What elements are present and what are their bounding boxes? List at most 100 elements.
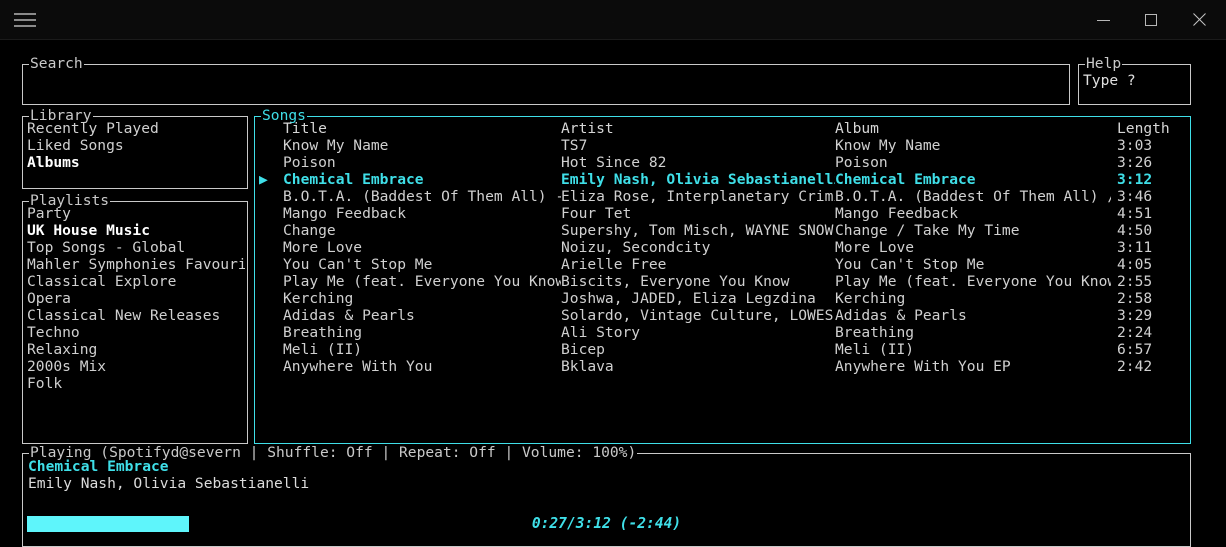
search-input[interactable] <box>27 69 1065 87</box>
window-title: . <box>611 12 615 26</box>
songs-table-header: Title Artist Album Length <box>259 120 1187 137</box>
playlist-item-9[interactable]: 2000s Mix <box>27 358 245 375</box>
song-row[interactable]: Adidas & Pearls Solardo, Vintage Culture,… <box>259 307 1187 324</box>
song-title: More Love <box>283 239 363 256</box>
song-album: Chemical Embrace <box>835 171 976 188</box>
playlist-item-7[interactable]: Techno <box>27 324 245 341</box>
song-length: 4:51 <box>1117 205 1153 222</box>
song-length: 3:12 <box>1117 171 1153 188</box>
column-header-length[interactable]: Length <box>1117 120 1177 137</box>
close-button[interactable] <box>1176 0 1222 40</box>
library-item-2[interactable]: Albums <box>27 154 245 171</box>
help-panel-label: Help <box>1085 55 1123 72</box>
song-row[interactable]: Poison Hot Since 82 Poison 3:26 <box>259 154 1187 171</box>
now-playing-track-title: Chemical Embrace <box>28 458 169 475</box>
song-title: Change <box>283 222 336 239</box>
song-row[interactable]: Play Me (feat. Everyone You Know) Biscits… <box>259 273 1187 290</box>
close-icon <box>1192 13 1206 27</box>
help-panel: Help Type ? <box>1078 55 1191 105</box>
song-artist: Ali Story <box>561 324 641 341</box>
song-title: Breathing <box>283 324 363 341</box>
song-row[interactable]: Anywhere With You Bklava Anywhere With You… <box>259 358 1187 375</box>
column-header-title[interactable]: Title <box>283 120 561 137</box>
song-title: Chemical Embrace <box>283 171 424 188</box>
library-list[interactable]: Recently Played Liked Songs Albums <box>27 120 245 171</box>
song-length: 2:55 <box>1117 273 1153 290</box>
songs-row-container[interactable]: Know My Name TS7 Know My Name 3:03 Poison Hot… <box>259 137 1187 375</box>
now-playing-track-artist: Emily Nash, Olivia Sebastianelli <box>28 475 310 492</box>
song-artist: Bklava <box>561 358 614 375</box>
song-artist: TS7 <box>561 137 588 154</box>
column-header-artist[interactable]: Artist <box>561 120 835 137</box>
song-album: More Love <box>835 239 915 256</box>
song-album: You Can't Stop Me <box>835 256 985 273</box>
song-album: Anywhere With You EP <box>835 358 1011 375</box>
song-title: Adidas & Pearls <box>283 307 415 324</box>
song-length: 3:03 <box>1117 137 1153 154</box>
song-length: 3:29 <box>1117 307 1153 324</box>
song-title: Mango Feedback <box>283 205 407 222</box>
song-title: Know My Name <box>283 137 389 154</box>
playlist-item-2[interactable]: Top Songs - Global <box>27 239 245 256</box>
song-length: 4:05 <box>1117 256 1153 273</box>
song-length: 2:42 <box>1117 358 1153 375</box>
playlist-item-8[interactable]: Relaxing <box>27 341 245 358</box>
column-header-album[interactable]: Album <box>835 120 1111 137</box>
song-length: 3:46 <box>1117 188 1153 205</box>
library-item-1[interactable]: Liked Songs <box>27 137 245 154</box>
playlist-item-0[interactable]: Party <box>27 205 245 222</box>
song-row[interactable]: B.O.T.A. (Baddest Of Them All) - E Eliza … <box>259 188 1187 205</box>
song-artist: Solardo, Vintage Culture, LOWES <box>561 307 834 324</box>
song-artist: Noizu, Secondcity <box>561 239 711 256</box>
playlist-item-1[interactable]: UK House Music <box>27 222 245 239</box>
library-item-0[interactable]: Recently Played <box>27 120 245 137</box>
playback-progress-bar[interactable]: 0:27/3:12 (-2:44) <box>27 516 1186 532</box>
song-title: You Can't Stop Me <box>283 256 433 273</box>
song-artist: Joshwa, JADED, Eliza Legzdina <box>561 290 816 307</box>
song-album: Kerching <box>835 290 906 307</box>
minimize-button[interactable] <box>1080 0 1126 40</box>
playlists-panel[interactable]: Playlists Party UK House Music Top Songs -… <box>22 192 248 444</box>
song-row[interactable]: Meli (II) Bicep Meli (II) 6:57 <box>259 341 1187 358</box>
playlist-item-10[interactable]: Folk <box>27 375 245 392</box>
minimize-icon <box>1096 19 1110 21</box>
song-playing-marker-icon: ▶ <box>259 171 268 188</box>
song-row[interactable]: Breathing Ali Story Breathing 2:24 <box>259 324 1187 341</box>
song-album: Change / Take My Time <box>835 222 1020 239</box>
playlist-item-4[interactable]: Classical Explore <box>27 273 245 290</box>
library-panel[interactable]: Library Recently Played Liked Songs Albums <box>22 107 248 189</box>
song-album: Know My Name <box>835 137 941 154</box>
help-hint-text: Type ? <box>1083 72 1136 89</box>
song-title: B.O.T.A. (Baddest Of Them All) - E <box>283 188 561 205</box>
song-length: 3:11 <box>1117 239 1153 256</box>
song-row[interactable]: More Love Noizu, Secondcity More Love 3:11 <box>259 239 1187 256</box>
song-album: Meli (II) <box>835 341 915 358</box>
songs-table[interactable]: Title Artist Album Length Know My Name TS… <box>259 120 1187 375</box>
song-length: 6:57 <box>1117 341 1153 358</box>
songs-panel[interactable]: Songs Title Artist Album Length Know My … <box>254 107 1191 444</box>
playback-time-display: 0:27/3:12 (-2:44) <box>531 515 682 532</box>
song-row[interactable]: You Can't Stop Me Arielle Free You Can't S… <box>259 256 1187 273</box>
song-title: Play Me (feat. Everyone You Know) <box>283 273 561 290</box>
maximize-button[interactable] <box>1128 0 1174 40</box>
song-title: Kerching <box>283 290 354 307</box>
song-artist: Eliza Rose, Interplanetary Crimina <box>561 188 835 205</box>
song-length: 2:58 <box>1117 290 1153 307</box>
search-panel[interactable]: Search <box>22 55 1070 105</box>
song-album: Adidas & Pearls <box>835 307 967 324</box>
playlist-item-3[interactable]: Mahler Symphonies Favourite <box>27 256 245 273</box>
song-length: 2:24 <box>1117 324 1153 341</box>
song-artist: Biscits, Everyone You Know <box>561 273 790 290</box>
terminal-app: Search Help Type ? Library Recently Play… <box>0 40 1226 547</box>
song-row[interactable]: Change Supershy, Tom Misch, WAYNE SNOW Cha… <box>259 222 1187 239</box>
playlist-item-6[interactable]: Classical New Releases <box>27 307 245 324</box>
song-row[interactable]: Kerching Joshwa, JADED, Eliza Legzdina Ker… <box>259 290 1187 307</box>
playlists-list[interactable]: Party UK House Music Top Songs - Global Mah… <box>27 205 245 392</box>
song-title: Anywhere With You <box>283 358 433 375</box>
song-row[interactable]: ▶ Chemical Embrace Emily Nash, Olivia Seba… <box>259 171 1187 188</box>
song-album: Play Me (feat. Everyone You Know) <box>835 273 1111 290</box>
song-row[interactable]: Mango Feedback Four Tet Mango Feedback 4:51 <box>259 205 1187 222</box>
playlist-item-5[interactable]: Opera <box>27 290 245 307</box>
song-album: B.O.T.A. (Baddest Of Them All) / M <box>835 188 1111 205</box>
song-row[interactable]: Know My Name TS7 Know My Name 3:03 <box>259 137 1187 154</box>
